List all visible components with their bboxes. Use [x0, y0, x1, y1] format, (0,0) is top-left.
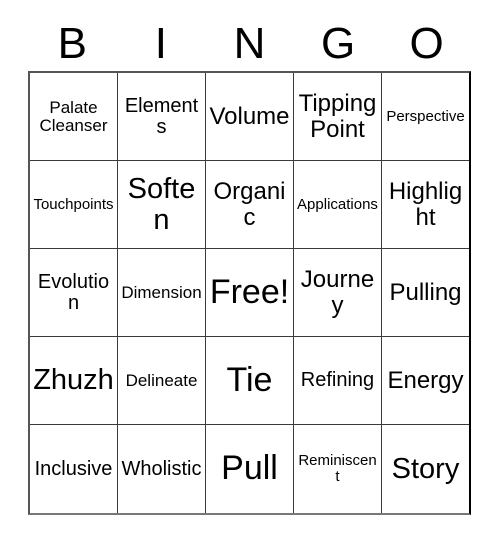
- bingo-cell-g2[interactable]: Applications: [294, 161, 382, 249]
- bingo-cell-label: Pulling: [389, 278, 462, 306]
- bingo-cell-label: Wholistic: [121, 457, 202, 480]
- bingo-cell-label: Story: [391, 452, 460, 485]
- bingo-cell-label: Perspective: [386, 107, 465, 125]
- bingo-header-letter-n: N: [233, 18, 266, 68]
- bingo-cell-g5[interactable]: Reminiscent: [294, 425, 382, 513]
- bingo-header-letter-g: G: [320, 18, 356, 68]
- bingo-cell-b2[interactable]: Touchpoints: [30, 161, 118, 249]
- bingo-header-letter-b: B: [57, 18, 87, 68]
- bingo-cell-label: Tie: [226, 360, 273, 399]
- bingo-cell-b4[interactable]: Zhuzh: [30, 337, 118, 425]
- bingo-cell-label: Touchpoints: [33, 195, 114, 213]
- bingo-cell-label: Inclusive: [34, 457, 113, 480]
- bingo-free-space-label: Free!: [209, 272, 290, 311]
- bingo-cell-g4[interactable]: Refining: [294, 337, 382, 425]
- bingo-row: Palate Cleanser Elements Volume Tipping …: [30, 73, 469, 161]
- bingo-cell-b3[interactable]: Evolution: [30, 249, 118, 337]
- bingo-cell-n5[interactable]: Pull: [206, 425, 294, 513]
- bingo-cell-label: Refining: [300, 369, 375, 391]
- bingo-cell-label: Dimension: [121, 282, 202, 302]
- bingo-cell-o1[interactable]: Perspective: [382, 73, 469, 161]
- bingo-cell-label: Pull: [221, 449, 278, 488]
- bingo-cell-i1[interactable]: Elements: [118, 73, 206, 161]
- bingo-cell-label: Applications: [297, 195, 378, 213]
- bingo-cell-label: Highlight: [388, 178, 463, 231]
- bingo-cell-b1[interactable]: Palate Cleanser: [30, 73, 118, 161]
- bingo-cell-n2[interactable]: Organic: [206, 161, 294, 249]
- bingo-cell-i5[interactable]: Wholistic: [118, 425, 206, 513]
- bingo-cell-i3[interactable]: Dimension: [118, 249, 206, 337]
- bingo-header-letter-o: O: [409, 18, 444, 68]
- bingo-cell-label: Elements: [124, 94, 199, 138]
- bingo-cell-label: Delineate: [125, 370, 198, 390]
- bingo-header-letter-i: I: [154, 18, 167, 68]
- bingo-cell-n1[interactable]: Volume: [206, 73, 294, 161]
- bingo-cell-o4[interactable]: Energy: [382, 337, 469, 425]
- bingo-cell-label: Evolution: [37, 270, 110, 314]
- bingo-cell-label: Volume: [209, 102, 290, 130]
- bingo-header-row: B I N G O: [28, 16, 471, 71]
- bingo-cell-label: Zhuzh: [33, 364, 114, 397]
- bingo-row: Inclusive Wholistic Pull Reminiscent Sto…: [30, 425, 469, 513]
- bingo-cell-g1[interactable]: Tipping Point: [294, 73, 382, 161]
- bingo-cell-label: Soften: [127, 173, 196, 236]
- bingo-cell-label: Journey: [300, 266, 375, 319]
- bingo-cell-i4[interactable]: Delineate: [118, 337, 206, 425]
- bingo-cell-free-space[interactable]: Free!: [206, 249, 294, 337]
- bingo-row: Evolution Dimension Free! Journey Pullin…: [30, 249, 469, 337]
- bingo-cell-label: Reminiscent: [298, 452, 377, 485]
- bingo-cell-label: Energy: [387, 366, 464, 394]
- bingo-cell-n4[interactable]: Tie: [206, 337, 294, 425]
- bingo-cell-o2[interactable]: Highlight: [382, 161, 469, 249]
- bingo-cell-b5[interactable]: Inclusive: [30, 425, 118, 513]
- bingo-cell-g3[interactable]: Journey: [294, 249, 382, 337]
- bingo-row: Touchpoints Soften Organic Applications …: [30, 161, 469, 249]
- bingo-cell-label: Tipping Point: [298, 90, 377, 143]
- bingo-row: Zhuzh Delineate Tie Refining Energy: [30, 337, 469, 425]
- bingo-cell-label: Organic: [213, 178, 286, 231]
- bingo-cell-o5[interactable]: Story: [382, 425, 469, 513]
- bingo-cell-i2[interactable]: Soften: [118, 161, 206, 249]
- bingo-cell-label: Palate Cleanser: [39, 97, 108, 135]
- bingo-cell-o3[interactable]: Pulling: [382, 249, 469, 337]
- bingo-card: B I N G O Palate Cleanser Elements Volum…: [0, 0, 500, 544]
- bingo-grid: Palate Cleanser Elements Volume Tipping …: [28, 71, 471, 515]
